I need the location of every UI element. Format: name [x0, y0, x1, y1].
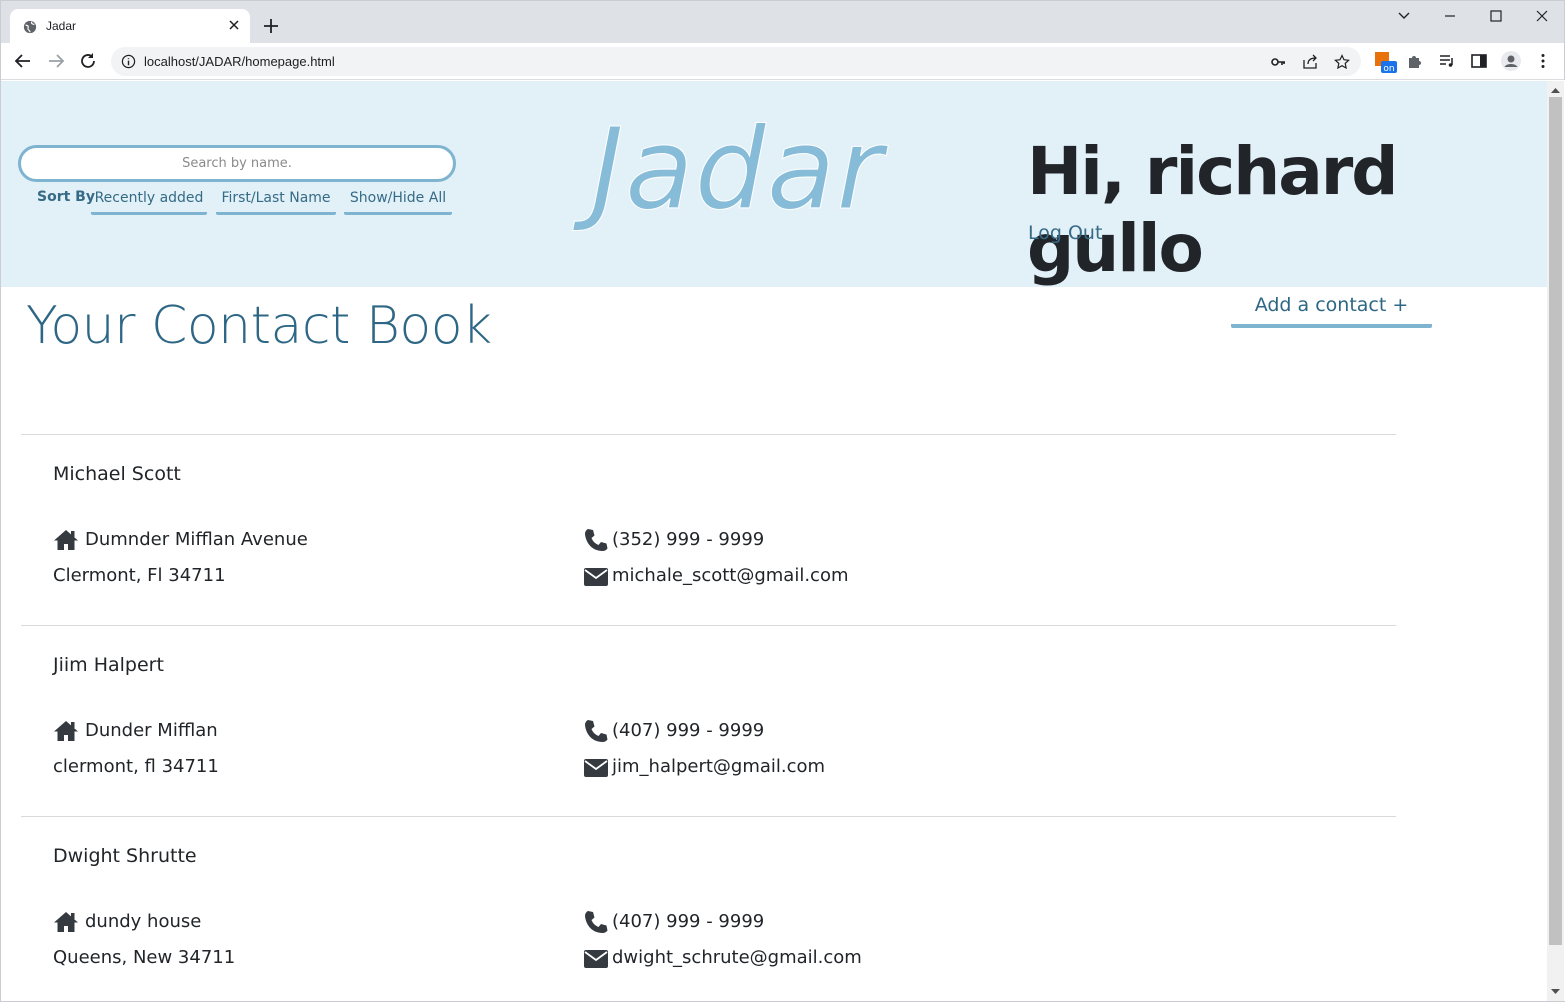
share-icon[interactable] — [1302, 54, 1318, 70]
reload-icon[interactable] — [78, 51, 98, 71]
add-contact-button[interactable]: Add a contact + — [1231, 294, 1432, 328]
home-icon — [54, 721, 78, 741]
envelope-icon — [584, 568, 608, 586]
logout-link[interactable]: Log Out — [1028, 222, 1102, 244]
side-panel-icon[interactable] — [1470, 52, 1488, 70]
close-tab-icon[interactable] — [226, 17, 242, 33]
contact-card[interactable]: Michael Scott Dumnder Mifflan Avenue Cle… — [21, 434, 1396, 625]
contact-phone: (407) 999 - 9999 — [612, 911, 765, 932]
contact-address-line1: dundy house — [85, 911, 202, 932]
contact-email[interactable]: dwight_schrute@gmail.com — [612, 947, 862, 968]
contact-address-line2: Clermont, Fl 34711 — [53, 565, 226, 586]
sort-name-button[interactable]: First/Last Name — [216, 188, 336, 215]
phone-icon — [585, 911, 608, 933]
contact-address-line1: Dumnder Mifflan Avenue — [85, 529, 308, 550]
tab-title: Jadar — [46, 19, 77, 33]
globe-icon — [23, 20, 37, 34]
phone-icon — [585, 529, 608, 551]
svg-text:on: on — [1383, 64, 1394, 74]
vertical-scrollbar[interactable] — [1547, 81, 1564, 1001]
page-title: Your Contact Book — [26, 296, 492, 356]
contact-email[interactable]: michale_scott@gmail.com — [612, 565, 849, 586]
contact-card[interactable]: Jiim Halpert Dunder Mifflan clermont, fl… — [21, 625, 1396, 816]
browser-menu-icon[interactable] — [1534, 52, 1552, 70]
contact-card[interactable]: Dwight Shrutte dundy house Queens, New 3… — [21, 816, 1396, 1001]
info-icon[interactable] — [121, 54, 136, 69]
close-window-icon[interactable] — [1532, 7, 1552, 25]
contact-address-line2: clermont, fl 34711 — [53, 756, 219, 777]
url-text: localhost/JADAR/homepage.html — [144, 54, 335, 69]
minimize-icon[interactable] — [1440, 7, 1460, 25]
contact-name: Michael Scott — [53, 463, 181, 485]
bookmark-star-icon[interactable] — [1334, 54, 1350, 70]
jadar-logo: Jadar — [590, 105, 884, 236]
show-hide-all-button[interactable]: Show/Hide All — [344, 188, 452, 215]
envelope-icon — [584, 950, 608, 968]
profile-avatar-icon[interactable] — [1501, 51, 1521, 71]
contact-name: Dwight Shrutte — [53, 845, 197, 867]
address-bar[interactable]: localhost/JADAR/homepage.html — [111, 47, 1361, 76]
contact-address-line1: Dunder Mifflan — [85, 720, 218, 741]
home-icon — [54, 912, 78, 932]
contact-phone: (352) 999 - 9999 — [612, 529, 765, 550]
maximize-icon[interactable] — [1486, 7, 1506, 25]
phone-icon — [585, 720, 608, 742]
scrollbar-thumb[interactable] — [1549, 97, 1562, 945]
key-icon[interactable] — [1270, 54, 1286, 70]
search-input[interactable] — [18, 145, 456, 182]
tab-search-icon[interactable] — [1394, 7, 1414, 25]
sort-by-label: Sort By — [37, 189, 95, 205]
envelope-icon — [584, 759, 608, 777]
extension-on-icon[interactable]: on — [1375, 52, 1397, 74]
back-icon[interactable] — [13, 51, 33, 71]
browser-toolbar: localhost/JADAR/homepage.html on — [0, 43, 1565, 80]
user-greeting: Hi, richard gullo — [1027, 133, 1399, 287]
home-icon — [54, 530, 78, 550]
contact-email[interactable]: jim_halpert@gmail.com — [612, 756, 825, 777]
contact-name: Jiim Halpert — [53, 654, 164, 676]
browser-tab[interactable]: Jadar — [10, 9, 250, 44]
sort-recently-added-button[interactable]: Recently added — [91, 188, 207, 215]
browser-tab-strip: Jadar — [0, 0, 1565, 44]
page-viewport: Sort By Recently added First/Last Name S… — [1, 81, 1547, 1001]
new-tab-icon[interactable] — [262, 17, 280, 35]
contact-phone: (407) 999 - 9999 — [612, 720, 765, 741]
page-header: Sort By Recently added First/Last Name S… — [1, 81, 1547, 287]
scroll-down-arrow-icon[interactable] — [1551, 989, 1560, 995]
extensions-puzzle-icon[interactable] — [1406, 52, 1424, 70]
scroll-up-arrow-icon[interactable] — [1551, 87, 1560, 93]
forward-icon[interactable] — [46, 51, 66, 71]
media-queue-icon[interactable] — [1438, 52, 1456, 70]
contact-address-line2: Queens, New 34711 — [53, 947, 236, 968]
